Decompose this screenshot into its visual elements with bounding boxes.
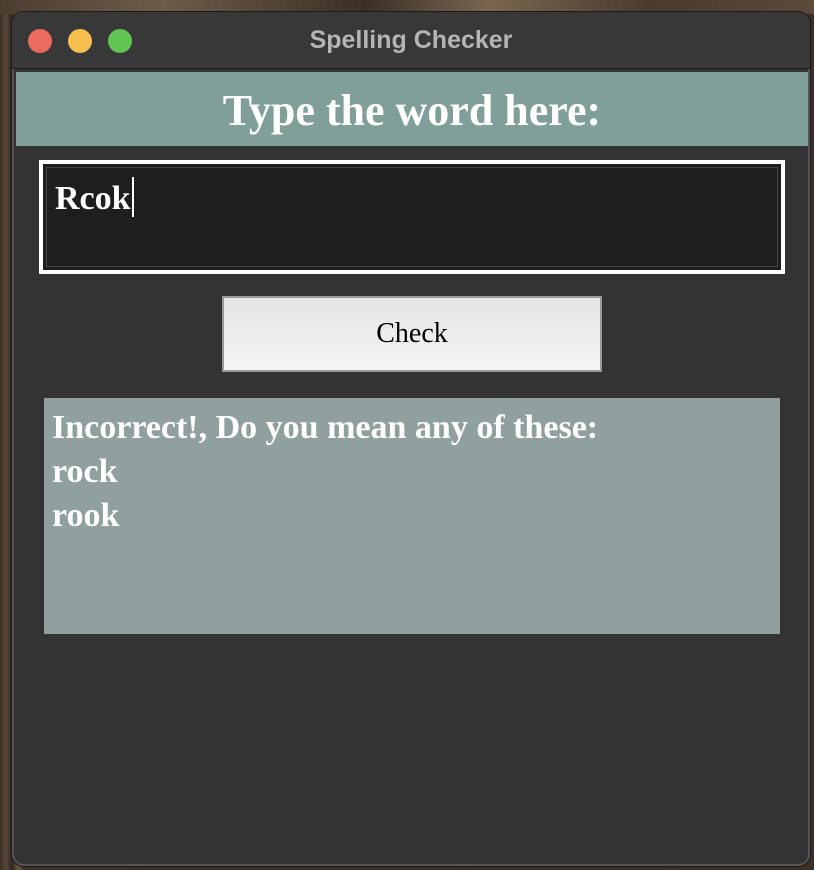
word-input-text-row[interactable]: Rcok: [55, 177, 134, 221]
text-caret: [131, 177, 134, 217]
suggestion-item: rock: [52, 453, 118, 490]
word-input[interactable]: Rcok: [39, 160, 785, 274]
word-input-value[interactable]: Rcok: [55, 180, 131, 217]
result-message: Incorrect!, Do you mean any of these:: [52, 409, 599, 446]
title-bar[interactable]: Spelling Checker: [12, 12, 810, 69]
heading-banner: Type the word here:: [16, 72, 808, 146]
window-title: Spelling Checker: [309, 26, 513, 54]
result-panel: Incorrect!, Do you mean any of these: ro…: [44, 398, 780, 634]
suggestion-item: rook: [52, 497, 120, 534]
heading-label: Type the word here:: [222, 86, 602, 135]
app-window: Spelling Checker Type the word here: Rco…: [12, 12, 810, 866]
check-button[interactable]: Check: [222, 296, 602, 372]
word-input-field[interactable]: Rcok: [46, 167, 778, 267]
